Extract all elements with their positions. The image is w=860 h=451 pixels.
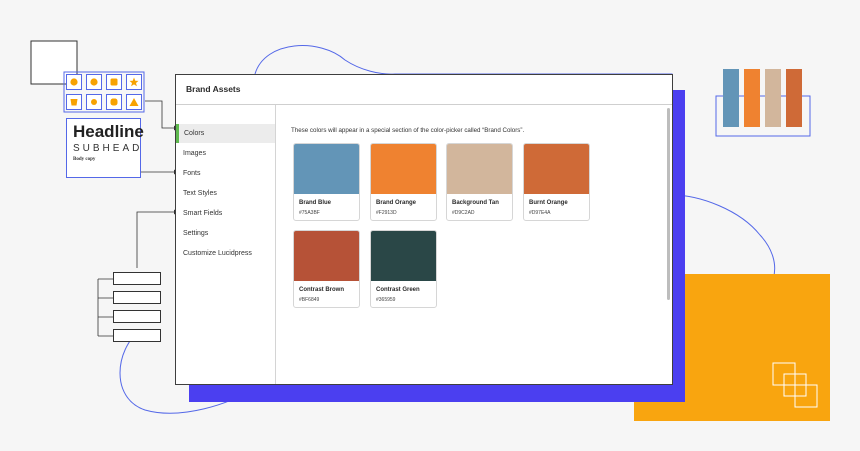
headline-text: Headline: [73, 122, 144, 141]
color-name: Brand Blue: [299, 200, 332, 206]
color-swatch: [294, 144, 359, 194]
color-card-burnt-orange[interactable]: Burnt Orange #D97E4A: [523, 143, 590, 221]
color-card-brand-blue[interactable]: Brand Blue #75A3BF: [293, 143, 360, 221]
circle-icon: [86, 74, 102, 90]
tree-node: [113, 272, 161, 285]
rounded-square-icon: [106, 94, 122, 110]
color-hex: #75A3BF: [299, 210, 320, 216]
sidebar-item-customize-lucidpress[interactable]: Customize Lucidpress: [176, 244, 275, 263]
color-card-contrast-brown[interactable]: Contrast Brown #BF6849: [293, 230, 360, 308]
color-hex: #F2913D: [376, 210, 397, 216]
star-icon: [126, 74, 142, 90]
circle-icon: [66, 74, 82, 90]
color-swatch: [447, 144, 512, 194]
sidebar-item-fonts[interactable]: Fonts: [176, 164, 275, 183]
color-name: Contrast Brown: [299, 287, 344, 293]
color-hex: #BF6849: [299, 297, 320, 303]
subhead-text: SUBHEAD: [73, 143, 143, 154]
color-name: Brand Orange: [376, 200, 417, 206]
scrollbar[interactable]: [667, 108, 670, 300]
color-name: Burnt Orange: [529, 200, 568, 206]
tree-node: [113, 310, 161, 323]
color-hex: #D9C2AD: [452, 210, 475, 216]
colors-description: These colors will appear in a special se…: [291, 127, 525, 134]
color-card-contrast-green[interactable]: Contrast Green #365959: [370, 230, 437, 308]
body-copy-text: Body copy: [73, 157, 96, 162]
color-card-brand-orange[interactable]: Brand Orange #F2913D: [370, 143, 437, 221]
color-name: Background Tan: [452, 200, 499, 206]
window-title: Brand Assets: [186, 84, 241, 94]
color-card-background-tan[interactable]: Background Tan #D9C2AD: [446, 143, 513, 221]
color-hex: #D97E4A: [529, 210, 551, 216]
colors-panel: These colors will appear in a special se…: [276, 105, 672, 384]
color-swatch: [294, 231, 359, 281]
tree-node: [113, 329, 161, 342]
color-hex: #365959: [376, 297, 396, 303]
color-name: Contrast Green: [376, 287, 420, 293]
sidebar-item-colors[interactable]: Colors: [176, 124, 275, 143]
sidebar-item-smart-fields[interactable]: Smart Fields: [176, 204, 275, 223]
triangle-icon: [126, 94, 142, 110]
square-icon: [106, 74, 122, 90]
circle-icon: [86, 94, 102, 110]
color-swatch: [371, 144, 436, 194]
color-swatch: [371, 231, 436, 281]
bucket-icon: [66, 94, 82, 110]
typography-sample: Headline SUBHEAD Body copy: [66, 118, 144, 178]
sidebar-item-settings[interactable]: Settings: [176, 224, 275, 243]
brand-assets-window: Brand Assets Colors Images Fonts Text St…: [175, 74, 673, 385]
tree-node: [113, 291, 161, 304]
sidebar-item-text-styles[interactable]: Text Styles: [176, 184, 275, 203]
sidebar: Colors Images Fonts Text Styles Smart Fi…: [176, 105, 276, 384]
color-swatch: [524, 144, 589, 194]
sidebar-item-images[interactable]: Images: [176, 144, 275, 163]
window-header: Brand Assets: [176, 75, 672, 105]
